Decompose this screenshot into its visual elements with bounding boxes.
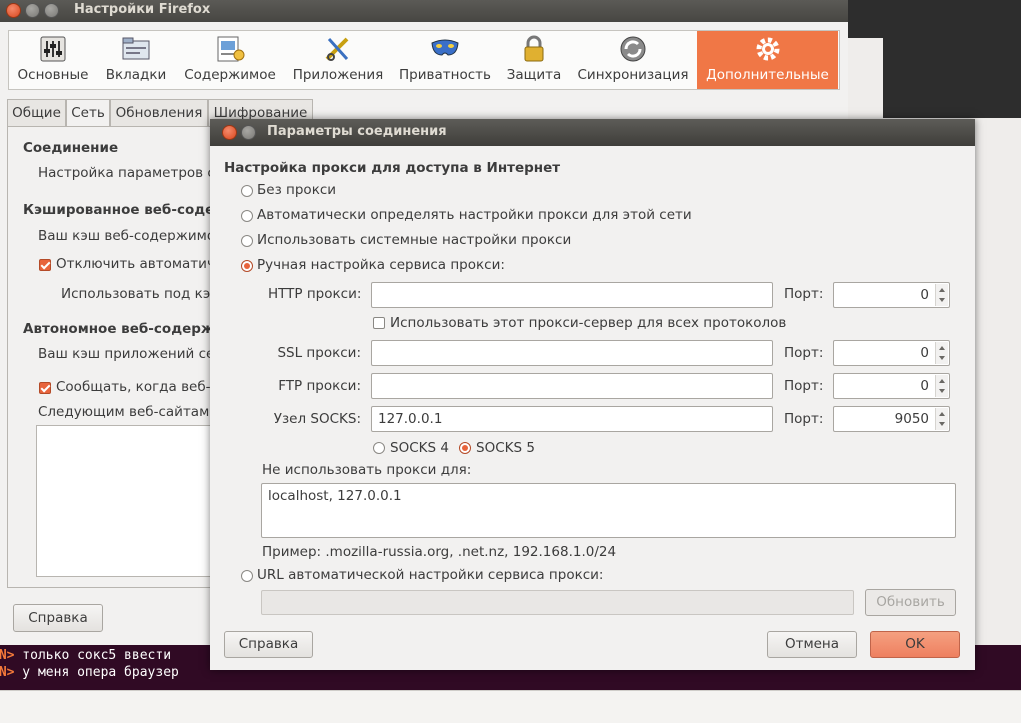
terminal-input-bar[interactable] [0,690,1021,723]
no-proxy-for-textarea[interactable]: localhost, 127.0.0.1 [261,483,956,538]
ftp-proxy-label: FTP прокси: [278,378,361,394]
toolbar-item-sync[interactable]: Синхронизация [574,31,692,89]
desktop-background-side [883,38,1021,118]
tabs-icon [122,37,150,60]
ssl-port-stepper[interactable]: 0 [833,340,950,366]
lock-icon [524,35,544,62]
toolbar-item-advanced[interactable]: Дополнительные [697,31,838,89]
http-proxy-label: HTTP прокси: [268,286,362,302]
tab-network[interactable]: Сеть [66,99,110,127]
toolbar-item-content[interactable]: Содержимое [180,31,280,89]
socks5-radio[interactable] [459,442,471,454]
gear-icon [756,37,779,61]
tab-general[interactable]: Общие [7,99,66,126]
system-proxy-radio[interactable] [241,235,253,247]
dialog-maximize-button[interactable] [241,125,256,140]
socks5-label[interactable]: SOCKS 5 [476,440,535,456]
no-proxy-for-label: Не использовать прокси для: [262,462,472,478]
no-proxy-label[interactable]: Без прокси [257,182,336,198]
no-proxy-example: Пример: .mozilla-russia.org, .net.nz, 19… [262,544,617,560]
offline-sites-list[interactable] [36,425,218,577]
reload-button[interactable]: Обновить [865,589,956,616]
window-close-button[interactable] [6,3,21,18]
preferences-help-button[interactable]: Справка [13,604,103,632]
offline-heading: Автономное веб-содерж [23,321,215,337]
socks4-radio[interactable] [373,442,385,454]
content-icon [217,36,245,62]
tab-updates[interactable]: Обновления [110,99,208,126]
offline-description: Ваш кэш приложений се [38,346,215,362]
ssl-proxy-input[interactable] [371,340,773,366]
ssl-proxy-label: SSL прокси: [277,345,361,361]
sliders-icon [40,36,66,62]
ok-button[interactable]: OK [870,631,960,658]
manual-proxy-label[interactable]: Ручная настройка сервиса прокси: [257,257,505,273]
auto-detect-radio[interactable] [241,210,253,222]
terminal-line-1: LN> только сокс5 ввести [0,648,172,663]
connection-heading: Соединение [23,140,119,156]
spin-arrows-icon[interactable] [935,408,948,430]
notify-offline-label: Сообщать, когда веб-с [56,379,218,395]
system-proxy-label[interactable]: Использовать системные настройки прокси [257,232,571,248]
ftp-proxy-input[interactable] [371,373,773,399]
http-port-stepper[interactable]: 0 [833,282,950,308]
ftp-port-label: Порт: [784,378,824,394]
cache-heading: Кэшированное веб-содер [23,202,224,218]
window-title: Настройки Firefox [74,2,211,17]
ftp-port-stepper[interactable]: 0 [833,373,950,399]
socks-host-label: Узел SOCKS: [273,411,361,427]
spin-arrows-icon[interactable] [935,342,948,364]
no-proxy-radio[interactable] [241,185,253,197]
dialog-help-button[interactable]: Справка [224,631,313,658]
auto-url-radio[interactable] [241,570,253,582]
http-port-label: Порт: [784,286,824,302]
socks4-label[interactable]: SOCKS 4 [390,440,449,456]
use-for-all-label[interactable]: Использовать этот прокси-сервер для всех… [390,315,786,331]
toolbar-item-tabs[interactable]: Вкладки [100,31,172,89]
disable-auto-cache-label: Отключить автоматич [56,256,215,272]
use-for-all-checkbox[interactable] [373,317,385,329]
manual-proxy-radio[interactable] [241,260,253,272]
window-maximize-button[interactable] [44,3,59,18]
dialog-titlebar: Параметры соединения [210,119,975,146]
desktop-background [848,0,1021,38]
terminal-line-2: LN> у меня опера браузер [0,665,179,680]
spin-arrows-icon[interactable] [935,284,948,306]
auto-url-input[interactable] [261,590,854,615]
disable-auto-cache-checkbox[interactable] [39,259,51,271]
notify-offline-checkbox[interactable] [39,382,51,394]
spin-arrows-icon[interactable] [935,375,948,397]
applications-icon [325,37,349,61]
cache-size-label: Использовать под кэ [61,286,211,302]
offline-sites-label: Следующим веб-сайтам [38,404,210,420]
dialog-close-button[interactable] [222,125,237,140]
http-proxy-input[interactable] [371,282,773,308]
sync-icon [620,36,646,62]
ssl-port-label: Порт: [784,345,824,361]
dialog-title: Параметры соединения [267,124,447,139]
socks-port-label: Порт: [784,411,824,427]
connection-description: Настройка параметров с [38,165,215,181]
auto-url-label[interactable]: URL автоматической настройки сервиса про… [257,567,603,583]
toolbar-item-privacy[interactable]: Приватность [396,31,494,89]
preferences-titlebar: Настройки Firefox [0,0,848,22]
window-minimize-button[interactable] [25,3,40,18]
connection-settings-dialog: Параметры соединения Настройка прокси дл… [210,119,975,670]
cancel-button[interactable]: Отмена [767,631,857,658]
toolbar-item-general[interactable]: Основные [12,31,94,89]
proxy-heading: Настройка прокси для доступа в Интернет [224,160,561,176]
mask-icon [431,39,459,56]
socks-port-stepper[interactable]: 9050 [833,406,950,432]
toolbar-item-security[interactable]: Защита [502,31,566,89]
socks-host-input[interactable]: 127.0.0.1 [371,406,773,432]
auto-detect-label[interactable]: Автоматически определять настройки прокс… [257,207,692,223]
cache-description: Ваш кэш веб-содержимо [38,228,216,244]
toolbar-item-applications[interactable]: Приложения [290,31,386,89]
